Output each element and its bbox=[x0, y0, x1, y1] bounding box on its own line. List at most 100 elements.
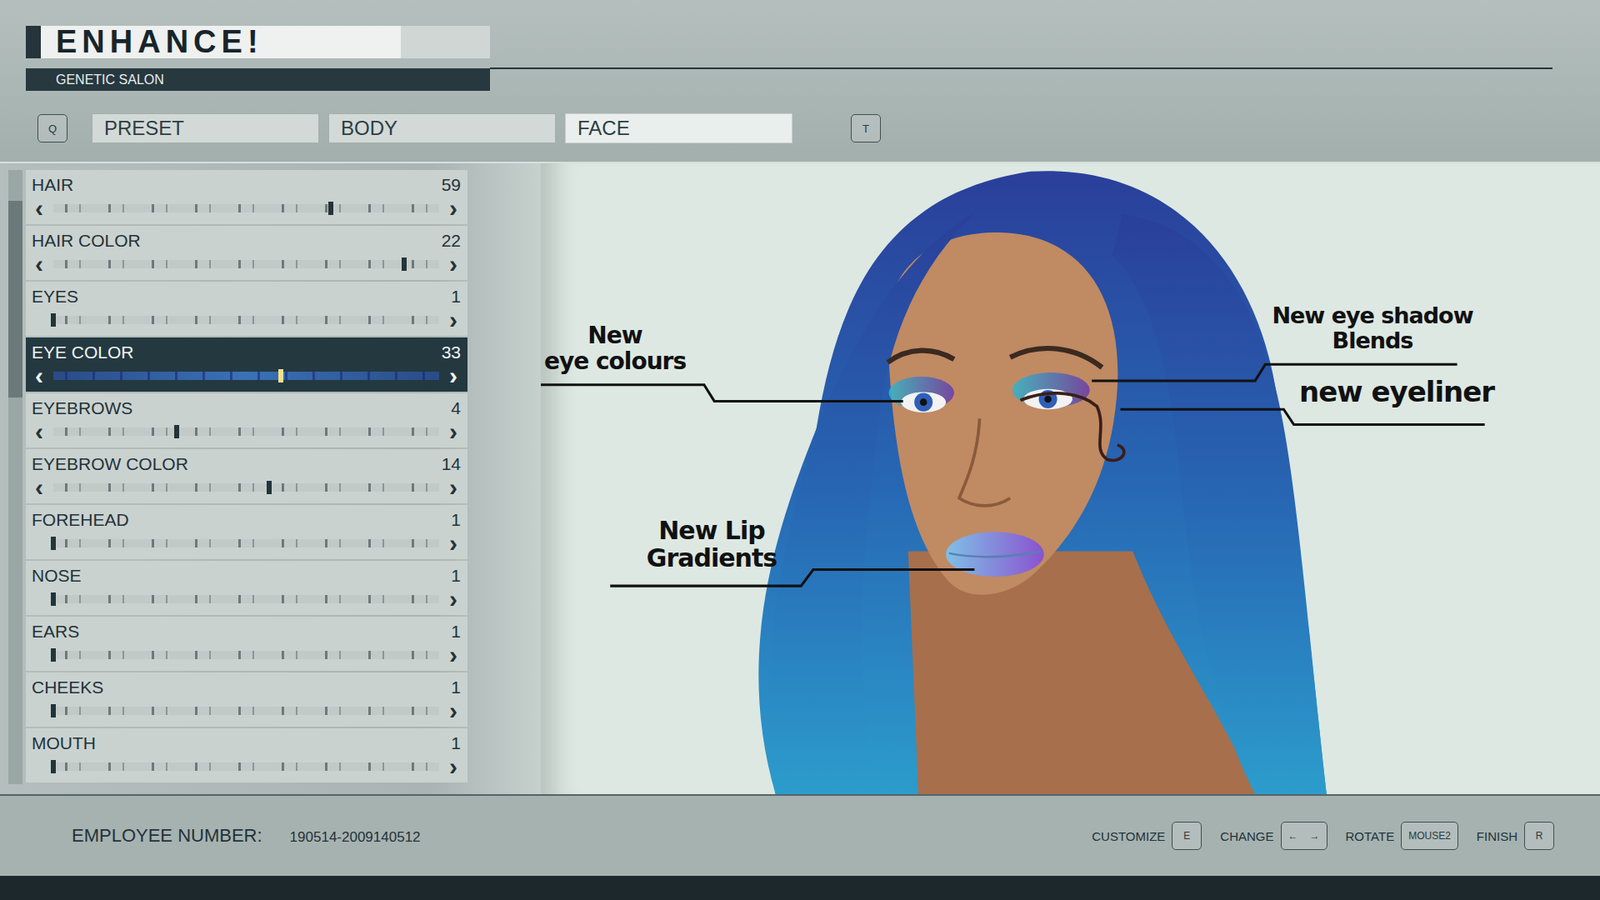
control-hint[interactable]: CHANGE←→ bbox=[1220, 821, 1327, 850]
footer: EMPLOYEE NUMBER:190514-2009140512CUSTOMI… bbox=[0, 794, 1600, 876]
slider-marker[interactable] bbox=[328, 201, 334, 215]
preview-pane[interactable]: Neweye colours New eye shadowBlends new ey… bbox=[540, 163, 1600, 795]
slider-row[interactable]: HAIR 59 ‹ › bbox=[25, 170, 468, 225]
slider-row[interactable]: MOUTH1‹› bbox=[25, 728, 468, 783]
slider-track[interactable] bbox=[53, 650, 440, 660]
slider-row[interactable]: EYEBROW COLOR14‹› bbox=[25, 449, 468, 504]
slider-marker[interactable] bbox=[401, 257, 407, 271]
slider-marker[interactable] bbox=[50, 592, 56, 606]
slider-track[interactable] bbox=[53, 595, 440, 604]
slider-label: EYEBROWS bbox=[31, 398, 133, 419]
key-cap[interactable]: ←→ bbox=[1280, 821, 1328, 850]
control-hint[interactable]: ROTATEMOUSE2 bbox=[1345, 821, 1459, 850]
slider-value: 1 bbox=[450, 733, 461, 754]
slider-label: EYES bbox=[31, 286, 79, 307]
next-arrow-icon[interactable]: › bbox=[445, 197, 461, 220]
slider-track[interactable] bbox=[53, 315, 440, 325]
prev-arrow-icon[interactable]: ‹ bbox=[31, 420, 47, 443]
prev-arrow-icon[interactable]: ‹ bbox=[31, 253, 47, 275]
slider-value: 1 bbox=[450, 677, 461, 698]
slider-track[interactable] bbox=[53, 260, 440, 269]
bottom-strip bbox=[0, 875, 1600, 900]
slider-row[interactable]: HAIR COLOR22‹› bbox=[25, 225, 468, 280]
next-arrow-icon[interactable]: › bbox=[445, 532, 461, 555]
slider-marker[interactable] bbox=[174, 425, 180, 439]
next-arrow-icon[interactable]: › bbox=[445, 309, 461, 331]
prev-arrow-icon[interactable]: ‹ bbox=[31, 197, 47, 220]
slider-value: 1 bbox=[450, 286, 461, 307]
logo: ENHANCE! bbox=[25, 25, 490, 59]
tab-bar: Q PRESET BODY FACE T bbox=[25, 113, 1575, 144]
slider-track[interactable] bbox=[53, 204, 440, 213]
annotation: Neweye colours bbox=[544, 323, 686, 375]
slider-row[interactable]: EYEBROWS 4 ‹ › bbox=[25, 393, 468, 448]
slider-value: 33 bbox=[441, 342, 461, 363]
annotation: New eye shadowBlends bbox=[1264, 303, 1481, 353]
slider-row[interactable]: EARS1‹› bbox=[25, 616, 468, 671]
key-cap[interactable]: R bbox=[1524, 821, 1555, 850]
slider-row[interactable]: CHEEKS1‹› bbox=[25, 672, 468, 727]
logo-accent bbox=[25, 25, 41, 59]
slider-marker[interactable] bbox=[278, 369, 284, 383]
next-arrow-icon[interactable]: › bbox=[445, 420, 461, 443]
subtitle: GENETIC SALON bbox=[25, 68, 490, 91]
slider-value: 59 bbox=[441, 175, 461, 195]
slider-row[interactable]: EYES1‹› bbox=[25, 281, 468, 336]
next-arrow-icon[interactable]: › bbox=[445, 365, 461, 387]
brand: ENHANCE! GENETIC SALON bbox=[25, 25, 490, 91]
next-tab-key[interactable]: T bbox=[850, 114, 881, 143]
slider-label: MOUTH bbox=[31, 733, 96, 754]
header: ENHANCE! GENETIC SALON Q PRESET BODY FACE T bbox=[0, 0, 1600, 164]
key-cap[interactable]: MOUSE2 bbox=[1400, 821, 1459, 850]
control-hints: CUSTOMIZEE CHANGE←→ ROTATEMOUSE2 FINISHR bbox=[1091, 821, 1555, 850]
slider-value: 4 bbox=[450, 398, 461, 419]
character-portrait[interactable] bbox=[540, 163, 1600, 795]
next-arrow-icon[interactable]: › bbox=[445, 755, 461, 778]
prev-tab-key[interactable]: Q bbox=[37, 114, 68, 143]
slider-marker[interactable] bbox=[50, 313, 56, 327]
annotation: new eyeliner bbox=[1299, 376, 1516, 408]
slider-row[interactable]: FOREHEAD1‹› bbox=[25, 505, 468, 560]
tab[interactable]: FACE bbox=[565, 113, 793, 144]
slider-marker[interactable] bbox=[50, 760, 56, 774]
slider-marker[interactable] bbox=[50, 648, 56, 662]
tab[interactable]: BODY bbox=[328, 113, 556, 144]
slider-label: HAIR bbox=[31, 175, 74, 195]
slider-row[interactable]: EYE COLOR 33 ‹ › bbox=[25, 337, 468, 392]
control-hint[interactable]: FINISHR bbox=[1476, 821, 1555, 850]
slider-track[interactable] bbox=[53, 483, 440, 492]
slider-row[interactable]: NOSE1‹› bbox=[25, 560, 468, 615]
slider-marker[interactable] bbox=[266, 480, 272, 495]
slider-marker[interactable] bbox=[50, 704, 56, 718]
slider-track[interactable] bbox=[53, 539, 440, 548]
annotation: New LipGradients bbox=[632, 516, 791, 572]
logo-tail bbox=[400, 25, 490, 59]
next-arrow-icon[interactable]: › bbox=[445, 588, 461, 610]
key-cap[interactable]: E bbox=[1171, 821, 1202, 850]
slider-track[interactable] bbox=[53, 371, 440, 380]
logo-text: ENHANCE! bbox=[40, 25, 401, 59]
tab[interactable]: PRESET bbox=[91, 113, 320, 144]
prev-arrow-icon[interactable]: ‹ bbox=[31, 365, 47, 387]
slider-label: EARS bbox=[31, 621, 80, 642]
next-arrow-icon[interactable]: › bbox=[445, 700, 461, 722]
slider-panel: HAIR59‹›HAIR COLOR22‹›EYES1‹›EYE COLOR33… bbox=[0, 163, 541, 795]
slider-label: EYEBROW COLOR bbox=[31, 454, 189, 475]
control-hint[interactable]: CUSTOMIZEE bbox=[1091, 821, 1202, 850]
slider-label: EYE COLOR bbox=[31, 342, 135, 363]
slider-label: FOREHEAD bbox=[31, 510, 130, 530]
slider-marker[interactable] bbox=[50, 536, 56, 550]
slider-track[interactable] bbox=[53, 427, 440, 436]
prev-arrow-icon[interactable]: ‹ bbox=[31, 476, 47, 499]
slider-list: HAIR59‹›HAIR COLOR22‹›EYES1‹›EYE COLOR33… bbox=[25, 170, 468, 785]
scrollbar[interactable] bbox=[8, 170, 23, 785]
slider-track[interactable] bbox=[53, 706, 440, 715]
slider-value: 1 bbox=[450, 621, 461, 642]
character-creator: ENHANCE! GENETIC SALON Q PRESET BODY FACE T HAI… bbox=[0, 0, 1600, 900]
slider-track[interactable] bbox=[53, 762, 440, 771]
slider-value: 22 bbox=[441, 230, 461, 251]
next-arrow-icon[interactable]: › bbox=[445, 253, 461, 275]
next-arrow-icon[interactable]: › bbox=[445, 476, 461, 499]
scrollbar-thumb[interactable] bbox=[8, 200, 23, 398]
next-arrow-icon[interactable]: › bbox=[445, 644, 461, 666]
